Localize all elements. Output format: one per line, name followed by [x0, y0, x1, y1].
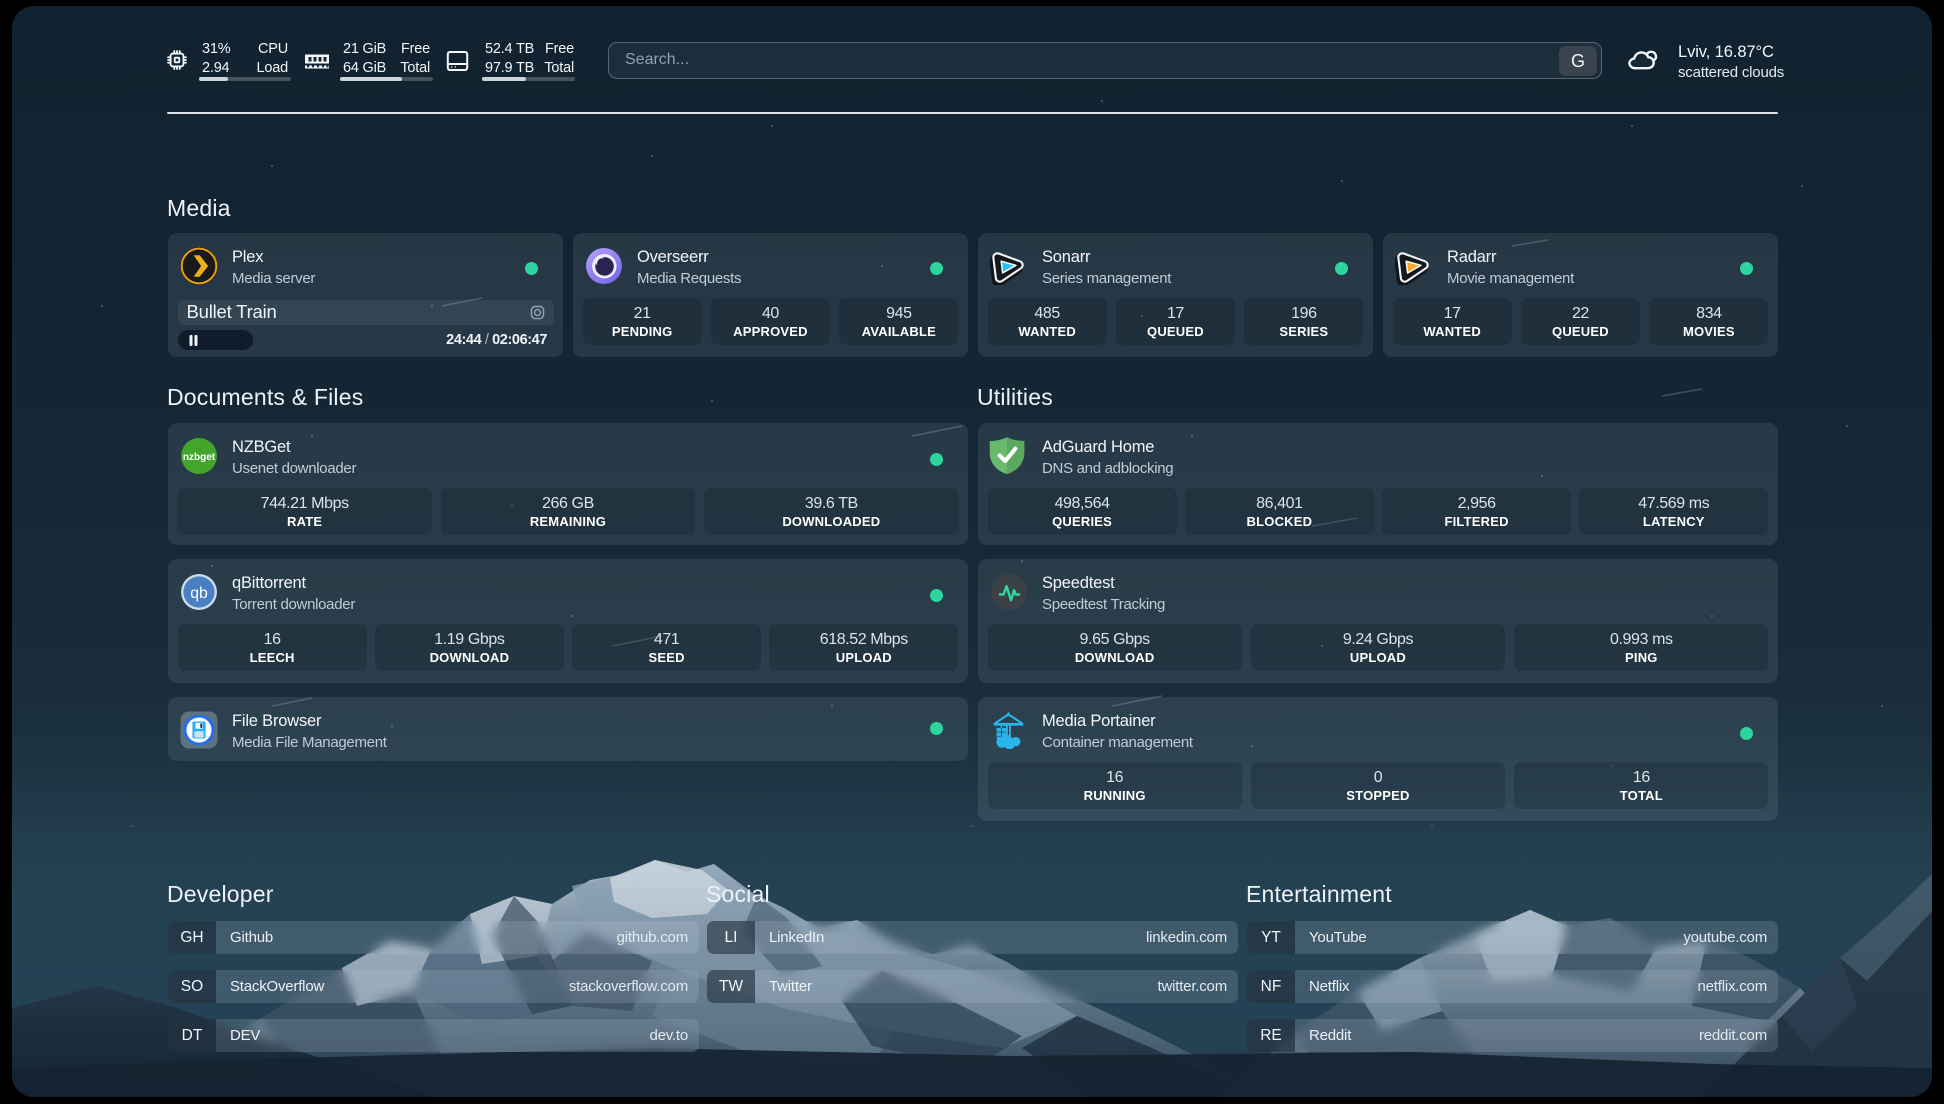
svg-text:qb: qb: [190, 585, 208, 602]
svg-text:nzbget: nzbget: [182, 452, 215, 463]
